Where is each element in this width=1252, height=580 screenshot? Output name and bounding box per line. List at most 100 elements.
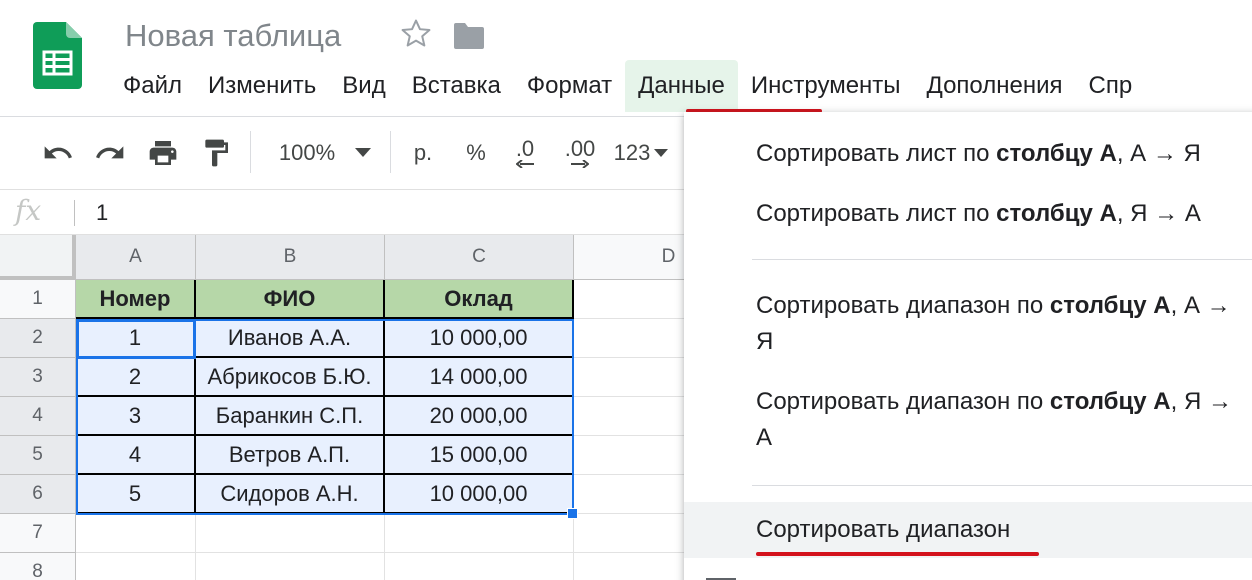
table-cell[interactable]: 2 — [76, 358, 196, 397]
menu-item-sort-range-za[interactable]: Сортировать диапазон по столбцу А, Я → А — [756, 384, 1252, 456]
column-header-a[interactable]: A — [76, 235, 196, 280]
menu-item-text: , Я → — [1170, 388, 1232, 415]
zoom-select[interactable]: 100% — [270, 117, 380, 189]
formula-divider — [74, 200, 75, 226]
decrease-decimals-label: .0 — [515, 136, 535, 161]
header-cell-number[interactable]: Номер — [76, 280, 196, 319]
menu-addons[interactable]: Дополнения — [914, 60, 1076, 112]
more-formats-button[interactable]: 123 — [610, 117, 672, 189]
menu-item-bold-text: столбцу А — [1049, 388, 1171, 415]
table-cell[interactable]: Сидоров А.Н. — [196, 475, 385, 514]
zoom-value: 100% — [278, 140, 336, 165]
table-cell[interactable] — [196, 553, 385, 580]
menu-divider — [752, 259, 1252, 260]
table-cell[interactable] — [574, 397, 690, 436]
toolbar-divider — [390, 131, 391, 173]
menu-item-sort-sheet-az[interactable]: Сортировать лист по столбцу А, А → Я — [756, 136, 1252, 172]
table-cell[interactable] — [574, 280, 690, 319]
document-title[interactable]: Новая таблица — [125, 18, 341, 54]
table-cell[interactable] — [574, 436, 690, 475]
row-header-3[interactable]: 3 — [0, 358, 76, 397]
select-all-corner[interactable] — [0, 235, 76, 280]
column-header-c[interactable]: C — [385, 235, 574, 280]
table-cell[interactable]: 5 — [76, 475, 196, 514]
table-cell[interactable]: 4 — [76, 436, 196, 475]
table-cell[interactable] — [196, 514, 385, 553]
chevron-down-icon — [355, 148, 372, 157]
arrow-right-icon — [571, 160, 589, 168]
decrease-decimals-button[interactable]: .0 — [505, 117, 545, 189]
menu-item-text: Сортировать диапазон по — [756, 388, 1050, 415]
table-cell[interactable] — [574, 475, 690, 514]
table-cell[interactable]: Ветров А.П. — [196, 436, 385, 475]
menu-item-text: , А → — [1170, 292, 1231, 319]
menu-tools[interactable]: Инструменты — [738, 60, 914, 112]
header-cell-salary[interactable]: Оклад — [385, 280, 574, 319]
menu-item-sort-sheet-za[interactable]: Сортировать лист по столбцу А, Я → А — [756, 196, 1252, 232]
table-cell[interactable]: 3 — [76, 397, 196, 436]
row-header-2[interactable]: 2 — [0, 319, 76, 358]
menu-bar: Файл Изменить Вид Вставка Формат Данные … — [110, 60, 1145, 112]
row-header-4[interactable]: 4 — [0, 397, 76, 436]
menu-insert[interactable]: Вставка — [399, 60, 514, 112]
formula-input[interactable]: 1 — [96, 200, 108, 226]
table-cell[interactable]: Иванов А.А. — [196, 319, 385, 358]
menu-help[interactable]: Спр — [1076, 60, 1146, 112]
menu-item-text: , А → Я — [1116, 140, 1201, 167]
row-header-1[interactable]: 1 — [0, 280, 76, 319]
currency-label: р. — [413, 140, 433, 165]
table-cell[interactable] — [574, 319, 690, 358]
menu-divider — [752, 485, 1252, 486]
menu-item-bold-text: столбцу А — [996, 140, 1117, 167]
currency-format-button[interactable]: р. — [405, 117, 441, 189]
menu-edit[interactable]: Изменить — [195, 60, 329, 112]
undo-icon[interactable] — [38, 117, 78, 189]
increase-decimals-button[interactable]: .00 — [558, 117, 602, 189]
row-header-6[interactable]: 6 — [0, 475, 76, 514]
table-cell[interactable] — [385, 553, 574, 580]
header-cell-name[interactable]: ФИО — [196, 280, 385, 319]
star-icon[interactable] — [399, 17, 433, 51]
row-header-5[interactable]: 5 — [0, 436, 76, 475]
table-cell[interactable] — [76, 553, 196, 580]
chevron-down-icon — [654, 148, 669, 157]
column-header-b[interactable]: B — [196, 235, 385, 280]
sheets-logo[interactable] — [33, 22, 82, 89]
paint-format-icon[interactable] — [196, 117, 236, 189]
folder-icon[interactable] — [452, 22, 486, 50]
table-cell[interactable]: 20 000,00 — [385, 397, 574, 436]
table-cell[interactable]: 15 000,00 — [385, 436, 574, 475]
data-menu-dropdown: Сортировать лист по столбцу А, А → Я Сор… — [684, 112, 1252, 580]
table-cell[interactable] — [574, 514, 690, 553]
menu-item-text: , Я → А — [1116, 200, 1201, 227]
row-header-7[interactable]: 7 — [0, 514, 76, 553]
menu-item-bold-text: столбцу А — [996, 200, 1117, 227]
table-cell[interactable] — [385, 514, 574, 553]
menu-item-sort-range[interactable]: Сортировать диапазон — [756, 512, 1252, 548]
table-cell[interactable]: Абрикосов Б.Ю. — [196, 358, 385, 397]
spreadsheet-grid[interactable]: A B C D 1 2 3 4 5 6 7 8 Номер ФИО Оклад … — [0, 235, 690, 580]
fill-handle[interactable] — [567, 508, 578, 519]
table-cell[interactable]: 1 — [76, 319, 196, 358]
toolbar-divider — [250, 131, 251, 173]
menu-item-sort-range-az[interactable]: Сортировать диапазон по столбцу А, А → Я — [756, 288, 1252, 360]
menu-file[interactable]: Файл — [110, 60, 195, 112]
table-cell[interactable]: 10 000,00 — [385, 475, 574, 514]
percent-format-button[interactable]: % — [458, 117, 494, 189]
table-cell[interactable]: 14 000,00 — [385, 358, 574, 397]
menu-item-text: Сортировать диапазон по — [756, 292, 1050, 319]
more-formats-label: 123 — [613, 140, 651, 165]
print-icon[interactable] — [143, 117, 183, 189]
menu-view[interactable]: Вид — [329, 60, 398, 112]
row-header-8[interactable]: 8 — [0, 553, 76, 580]
table-cell[interactable] — [76, 514, 196, 553]
menu-data[interactable]: Данные — [625, 60, 738, 112]
menu-format[interactable]: Формат — [514, 60, 625, 112]
table-cell[interactable] — [574, 553, 690, 580]
table-cell[interactable]: Баранкин С.П. — [196, 397, 385, 436]
table-cell[interactable]: 10 000,00 — [385, 319, 574, 358]
table-cell[interactable] — [574, 358, 690, 397]
redo-icon[interactable] — [90, 117, 130, 189]
fx-icon: fx — [15, 194, 42, 227]
column-header-d[interactable]: D — [574, 235, 690, 280]
